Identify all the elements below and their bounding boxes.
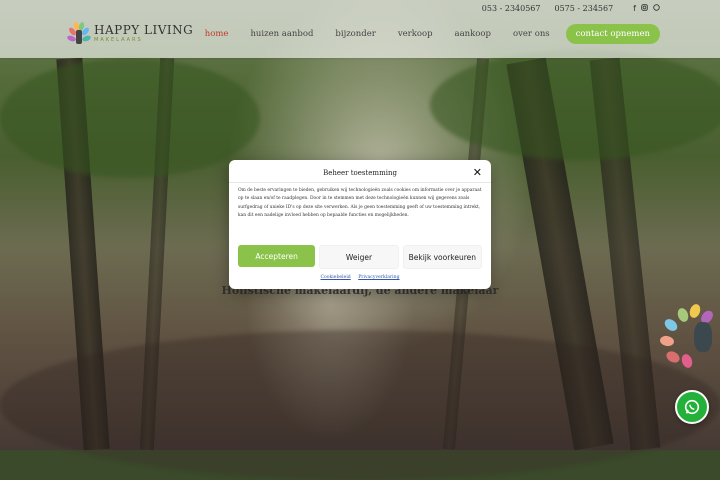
- phone-number-1[interactable]: 053 - 2340567: [482, 4, 541, 13]
- nav-over-ons[interactable]: over ons: [513, 29, 550, 39]
- cookie-policy-link[interactable]: Cookiebeleid: [320, 275, 350, 280]
- nav-home[interactable]: home: [205, 29, 229, 39]
- logo-title: HAPPY LIVING: [94, 22, 194, 37]
- decorative-tree-logo: [659, 300, 720, 380]
- nav-bijzonder[interactable]: bijzonder: [335, 29, 375, 39]
- nav-aankoop[interactable]: aankoop: [455, 29, 491, 39]
- nav-verkoop[interactable]: verkoop: [398, 29, 433, 39]
- whatsapp-chat-button[interactable]: [675, 390, 709, 424]
- consent-dialog: Beheer toestemming ✕ Om de beste ervarin…: [229, 160, 491, 289]
- consent-links: Cookiebeleid Privacyverklaring: [229, 275, 491, 280]
- contact-button[interactable]: contact opnemen: [565, 24, 660, 44]
- consent-actions: Accepteren Weiger Bekijk voorkeuren: [238, 245, 482, 269]
- social-links: f: [633, 4, 660, 13]
- logo-tree-icon: [66, 21, 92, 45]
- logo-subtitle: MAKELAARS: [94, 36, 143, 43]
- preferences-button[interactable]: Bekijk voorkeuren: [402, 245, 482, 269]
- nav-huizen-aanbod[interactable]: huizen aanbod: [250, 29, 313, 39]
- whatsapp-icon[interactable]: [653, 3, 660, 13]
- logo[interactable]: HAPPY LIVING MAKELAARS: [66, 20, 194, 46]
- site-header: 053 - 2340567 0575 - 234567 f HAPPY LIVI…: [0, 0, 720, 58]
- whatsapp-icon: [684, 399, 700, 415]
- divider: [229, 182, 491, 183]
- consent-title: Beheer toestemming: [323, 169, 397, 177]
- main-nav: home huizen aanbod bijzonder verkoop aan…: [183, 24, 660, 44]
- close-icon[interactable]: ✕: [473, 166, 482, 179]
- top-contact-bar: 053 - 2340567 0575 - 234567 f: [482, 2, 660, 14]
- phone-number-2[interactable]: 0575 - 234567: [554, 4, 613, 13]
- consent-body: Om de beste ervaringen te bieden, gebrui…: [238, 188, 482, 219]
- accept-button[interactable]: Accepteren: [238, 245, 316, 267]
- deny-button[interactable]: Weiger: [319, 245, 399, 269]
- facebook-icon[interactable]: f: [633, 4, 636, 13]
- instagram-icon[interactable]: [641, 3, 648, 13]
- privacy-statement-link[interactable]: Privacyverklaring: [358, 275, 399, 280]
